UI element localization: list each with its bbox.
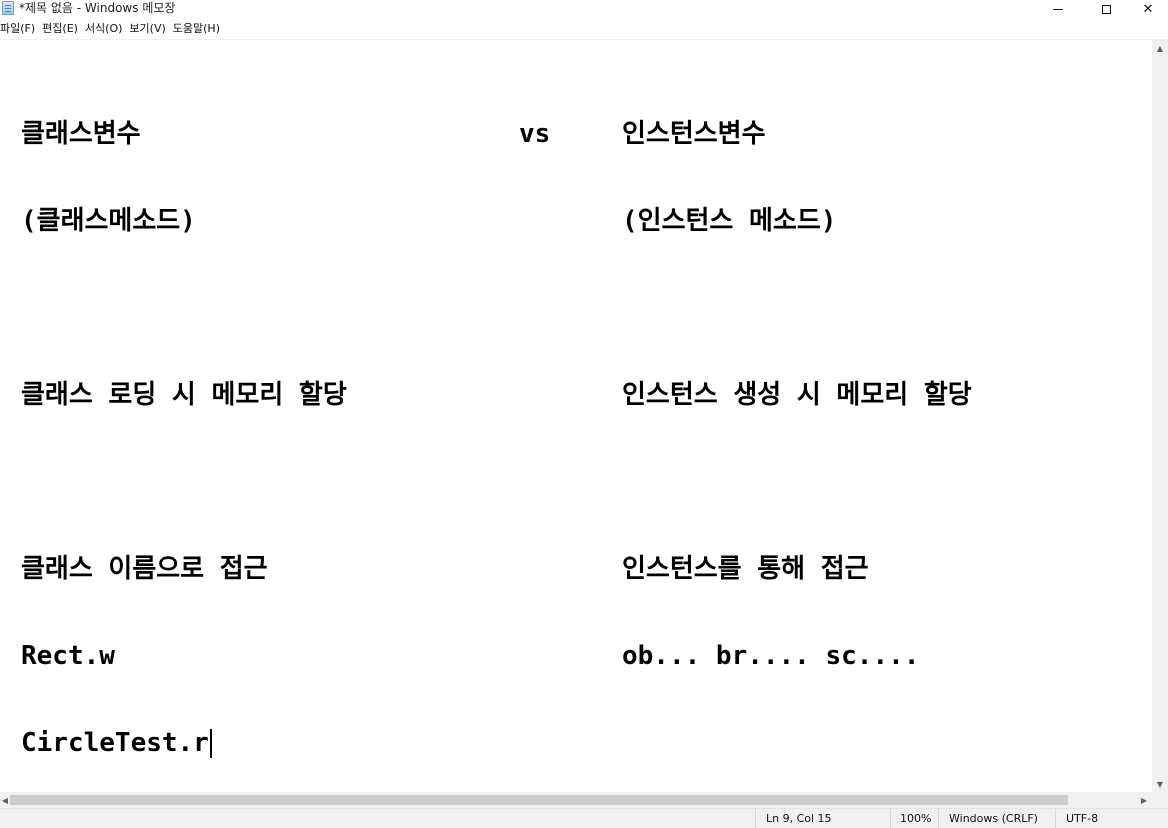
line-right: (인스턴스 메소드): [622, 206, 837, 236]
editor-line: CircleTest.r: [21, 729, 347, 758]
maximize-icon: [1101, 4, 1111, 14]
editor-content: 클래스변수 vs 인스턴스변수 (클래스메소드) (인스턴스 메소드) 클래스 로딩 …: [21, 62, 972, 792]
title-bar[interactable]: *제목 없음 - Windows 메모장 ✕: [0, 0, 1168, 18]
status-line-ending: Windows (CRLF): [938, 809, 1055, 828]
text-editor[interactable]: 클래스변수 vs 인스턴스변수 (클래스메소드) (인스턴스 메소드) 클래스 로딩 …: [0, 40, 1152, 792]
scroll-left-icon[interactable]: ◀: [0, 792, 10, 808]
editor-line: 클래스 로딩 시 메모리 할당 인스턴스 생성 시 메모리 할당: [21, 380, 972, 410]
line-left: CircleTest.r: [21, 728, 209, 758]
menu-format[interactable]: 서식(O): [85, 18, 129, 40]
editor-line: (클래스메소드) (인스턴스 메소드): [21, 206, 836, 236]
menu-view[interactable]: 보기(V): [129, 18, 172, 40]
text-caret: [209, 729, 212, 758]
menu-bar: 파일(F) 편집(E) 서식(O) 보기(V) 도움말(H): [0, 18, 1168, 40]
menu-file[interactable]: 파일(F): [0, 18, 42, 40]
horizontal-scroll-thumb[interactable]: [10, 795, 1068, 805]
menu-help[interactable]: 도움말(H): [173, 18, 227, 40]
notepad-icon: [2, 1, 14, 15]
editor-line: 클래스변수 vs 인스턴스변수: [21, 119, 766, 149]
minimize-button[interactable]: [1036, 0, 1080, 18]
status-bar: Ln 9, Col 15 100% Windows (CRLF) UTF-8: [0, 808, 1168, 828]
close-icon: ✕: [1142, 1, 1154, 17]
scroll-right-icon[interactable]: ▶: [1136, 792, 1152, 808]
window-title: *제목 없음 - Windows 메모장: [19, 1, 176, 15]
line-left: Rect.w: [21, 641, 115, 671]
scrollbar-corner: [1152, 792, 1168, 808]
editor-line: Rect.w ob... br.... sc....: [21, 641, 919, 671]
line-left: (클래스메소드): [21, 206, 196, 236]
line-right: 인스턴스 생성 시 메모리 할당: [622, 380, 972, 410]
status-cursor-position: Ln 9, Col 15: [755, 809, 890, 828]
vertical-scrollbar[interactable]: [1152, 40, 1168, 792]
line-right: ob... br.... sc....: [622, 641, 920, 671]
line-right: 인스턴스를 통해 접근: [622, 554, 869, 584]
close-button[interactable]: ✕: [1126, 0, 1168, 18]
line-left: 클래스변수: [21, 119, 141, 149]
editor-line: 클래스 이름으로 접근 인스턴스를 통해 접근: [21, 554, 869, 584]
status-zoom: 100%: [890, 809, 938, 828]
status-encoding: UTF-8: [1055, 809, 1168, 828]
line-left: 클래스 이름으로 접근: [21, 554, 268, 584]
minimize-icon: [1053, 8, 1063, 10]
line-right: 인스턴스변수: [622, 119, 766, 149]
scroll-up-icon[interactable]: ▲: [1152, 40, 1168, 56]
line-vs: vs: [519, 119, 551, 149]
menu-edit[interactable]: 편집(E): [42, 18, 85, 40]
maximize-button[interactable]: [1084, 0, 1128, 18]
line-left: 클래스 로딩 시 메모리 할당: [21, 380, 347, 410]
scroll-down-icon[interactable]: ▼: [1152, 776, 1168, 792]
